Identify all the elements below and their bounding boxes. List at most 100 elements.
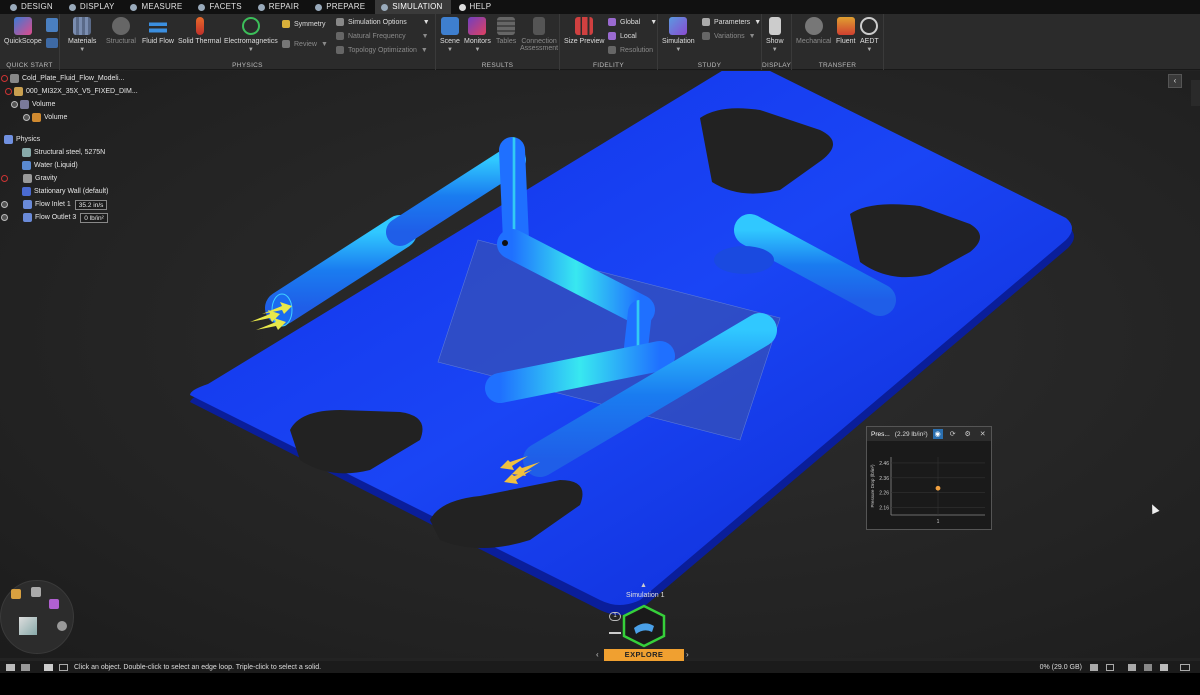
tool-prev-icon[interactable]: ‹ bbox=[596, 650, 599, 659]
y-tick-label: 2.16 bbox=[879, 506, 889, 512]
snap-icon[interactable] bbox=[1144, 663, 1152, 671]
group-transfer: Mechanical Fluent AEDT ▼ Transfer bbox=[792, 14, 884, 70]
tree-physics-outlet[interactable]: Flow Outlet 30 lb/in² bbox=[0, 211, 165, 224]
tree-item-component[interactable]: 000_MI32X_35X_V5_FIXED_DIM... bbox=[0, 85, 165, 98]
local-button[interactable]: Local bbox=[608, 32, 637, 40]
connection-assessment-button[interactable]: Connection Assessment bbox=[520, 17, 558, 52]
variations-button[interactable]: Variations ▼ bbox=[702, 32, 756, 40]
tool-next-icon[interactable]: › bbox=[686, 650, 689, 659]
pressure-monitor-panel[interactable]: Pres... (2.29 lb/in²) ◉ ⟳ ⚙ ✕ 2.46 2.36 2.… bbox=[866, 426, 992, 530]
parameters-button[interactable]: Parameters ▼ bbox=[702, 18, 761, 26]
size-preview-button[interactable]: Size Preview bbox=[564, 17, 604, 45]
solid-thermal-button[interactable]: Solid Thermal bbox=[178, 17, 221, 45]
aedt-button[interactable]: AEDT ▼ bbox=[860, 17, 879, 53]
view-cube-icon[interactable] bbox=[19, 617, 37, 635]
close-icon[interactable]: ✕ bbox=[978, 429, 988, 439]
visibility-toggle[interactable] bbox=[11, 101, 18, 108]
window-icon[interactable] bbox=[46, 18, 58, 32]
fluid-wave-icon bbox=[148, 17, 167, 35]
house-icon[interactable] bbox=[31, 587, 41, 597]
ribbon: QuickScope Quick Start Materials ▼ Struct… bbox=[0, 14, 1200, 70]
tab-display[interactable]: Display bbox=[63, 0, 123, 14]
probe-point[interactable] bbox=[502, 240, 508, 246]
tree-physics-material-steel[interactable]: Structural steel, 5275N bbox=[0, 146, 165, 159]
parameters-icon bbox=[702, 18, 710, 26]
tab-repair[interactable]: Repair bbox=[252, 0, 307, 14]
tab-simulation[interactable]: Simulation bbox=[375, 0, 451, 14]
simulation-options-button[interactable]: Simulation Options ▼ bbox=[336, 18, 430, 26]
list-icon[interactable] bbox=[59, 663, 68, 671]
tree-item-volume[interactable]: Volume bbox=[0, 111, 165, 124]
cursor-mode-icon[interactable] bbox=[1128, 663, 1136, 671]
natural-frequency-button[interactable]: Natural Frequency ▼ bbox=[336, 32, 429, 40]
tree-physics-inlet[interactable]: Flow Inlet 1 35.2 in/s bbox=[0, 198, 165, 211]
tab-prepare[interactable]: Prepare bbox=[309, 0, 373, 14]
symmetry-button[interactable]: Symmetry bbox=[282, 20, 326, 28]
tree-item-root[interactable]: Cold_Plate_Fluid_Flow_Modeli... bbox=[0, 72, 165, 85]
cold-plate-model[interactable] bbox=[0, 71, 1200, 658]
visibility-toggle[interactable] bbox=[23, 114, 30, 121]
tool-guide-arrow-up[interactable]: ▲ bbox=[640, 582, 647, 589]
layers-icon[interactable] bbox=[46, 38, 58, 48]
tab-measure[interactable]: Measure bbox=[124, 0, 190, 14]
resolution-button[interactable]: Resolution bbox=[608, 46, 653, 54]
orbit-icon[interactable] bbox=[57, 621, 67, 631]
y-tick-label: 2.26 bbox=[879, 491, 889, 497]
status-indicator bbox=[1, 175, 8, 182]
group-study: Simulation ▼ Parameters ▼ Variations ▼ Stud… bbox=[658, 14, 762, 70]
window-layout-icon[interactable] bbox=[1180, 663, 1190, 671]
tree-physics-wall[interactable]: Stationary Wall (default) bbox=[0, 185, 165, 198]
tree-physics-material-water[interactable]: Water (Liquid) bbox=[0, 159, 165, 172]
gear-icon bbox=[111, 17, 130, 35]
message-icon[interactable] bbox=[44, 663, 53, 671]
pen-icon[interactable] bbox=[21, 663, 30, 671]
show-icon bbox=[768, 17, 781, 35]
refresh-icon[interactable]: ⟳ bbox=[948, 429, 958, 439]
tree-physics-gravity[interactable]: Gravity bbox=[0, 172, 165, 185]
visibility-toggle[interactable] bbox=[1, 75, 8, 82]
graphics-viewport[interactable] bbox=[0, 71, 1200, 658]
scene-button[interactable]: Scene ▼ bbox=[440, 17, 460, 53]
outlet-pressure-field[interactable]: 0 lb/in² bbox=[80, 212, 108, 223]
home-view-icon[interactable] bbox=[11, 589, 21, 599]
topology-optimization-button[interactable]: Topology Optimization ▼ bbox=[336, 46, 428, 54]
simulation-button[interactable]: Simulation ▼ bbox=[662, 17, 695, 53]
inlet-velocity-field[interactable]: 35.2 in/s bbox=[74, 199, 108, 210]
tab-help[interactable]: Help bbox=[453, 0, 500, 14]
global-button[interactable]: Global ▼ bbox=[608, 18, 657, 26]
side-panel-tab[interactable] bbox=[1191, 80, 1200, 106]
simulation-hex-button[interactable] bbox=[620, 604, 668, 648]
fluent-icon bbox=[836, 17, 855, 35]
structural-button[interactable]: Structural bbox=[106, 17, 136, 45]
quickscope-button[interactable]: QuickScope bbox=[4, 17, 42, 45]
settings-icon[interactable]: ⚙ bbox=[963, 429, 973, 439]
fluent-button[interactable]: Fluent bbox=[836, 17, 855, 45]
fluid-flow-button[interactable]: Fluid Flow bbox=[142, 17, 174, 45]
pin-icon[interactable]: ◉ bbox=[932, 429, 943, 439]
mechanical-button[interactable]: Mechanical bbox=[796, 17, 831, 45]
tab-design[interactable]: Design bbox=[4, 0, 61, 14]
tree-physics-node[interactable]: Physics bbox=[0, 133, 165, 146]
filter-icon[interactable] bbox=[1090, 663, 1098, 671]
monitors-button[interactable]: Monitors ▼ bbox=[464, 17, 491, 53]
document-icon bbox=[10, 74, 19, 83]
view-navigator[interactable] bbox=[0, 580, 74, 654]
show-button[interactable]: Show ▼ bbox=[766, 17, 784, 53]
materials-button[interactable]: Materials ▼ bbox=[68, 17, 96, 53]
selection-tool-icon[interactable] bbox=[6, 663, 15, 671]
electromagnetics-button[interactable]: Electromagnetics ▼ bbox=[224, 17, 278, 53]
status-indicator bbox=[1, 201, 8, 208]
explore-tool-button[interactable]: Explore bbox=[604, 649, 684, 661]
collapse-panel-icon[interactable]: ‹ bbox=[1168, 74, 1182, 88]
tab-facets[interactable]: Facets bbox=[192, 0, 249, 14]
selection-box-icon[interactable] bbox=[1106, 663, 1114, 671]
tree-item-volume-group[interactable]: Volume bbox=[0, 98, 165, 111]
box-view-icon[interactable] bbox=[49, 599, 59, 609]
lock-icon[interactable] bbox=[1160, 663, 1168, 671]
y-tick-label: 2.36 bbox=[879, 476, 889, 482]
group-results: Scene ▼ Monitors ▼ Tables Connection Assess… bbox=[436, 14, 560, 70]
visibility-toggle[interactable] bbox=[5, 88, 12, 95]
tables-button[interactable]: Tables bbox=[496, 17, 516, 45]
review-button[interactable]: Review ▼ bbox=[282, 40, 328, 48]
memory-usage: 0% (29.0 GB) bbox=[1039, 663, 1082, 671]
